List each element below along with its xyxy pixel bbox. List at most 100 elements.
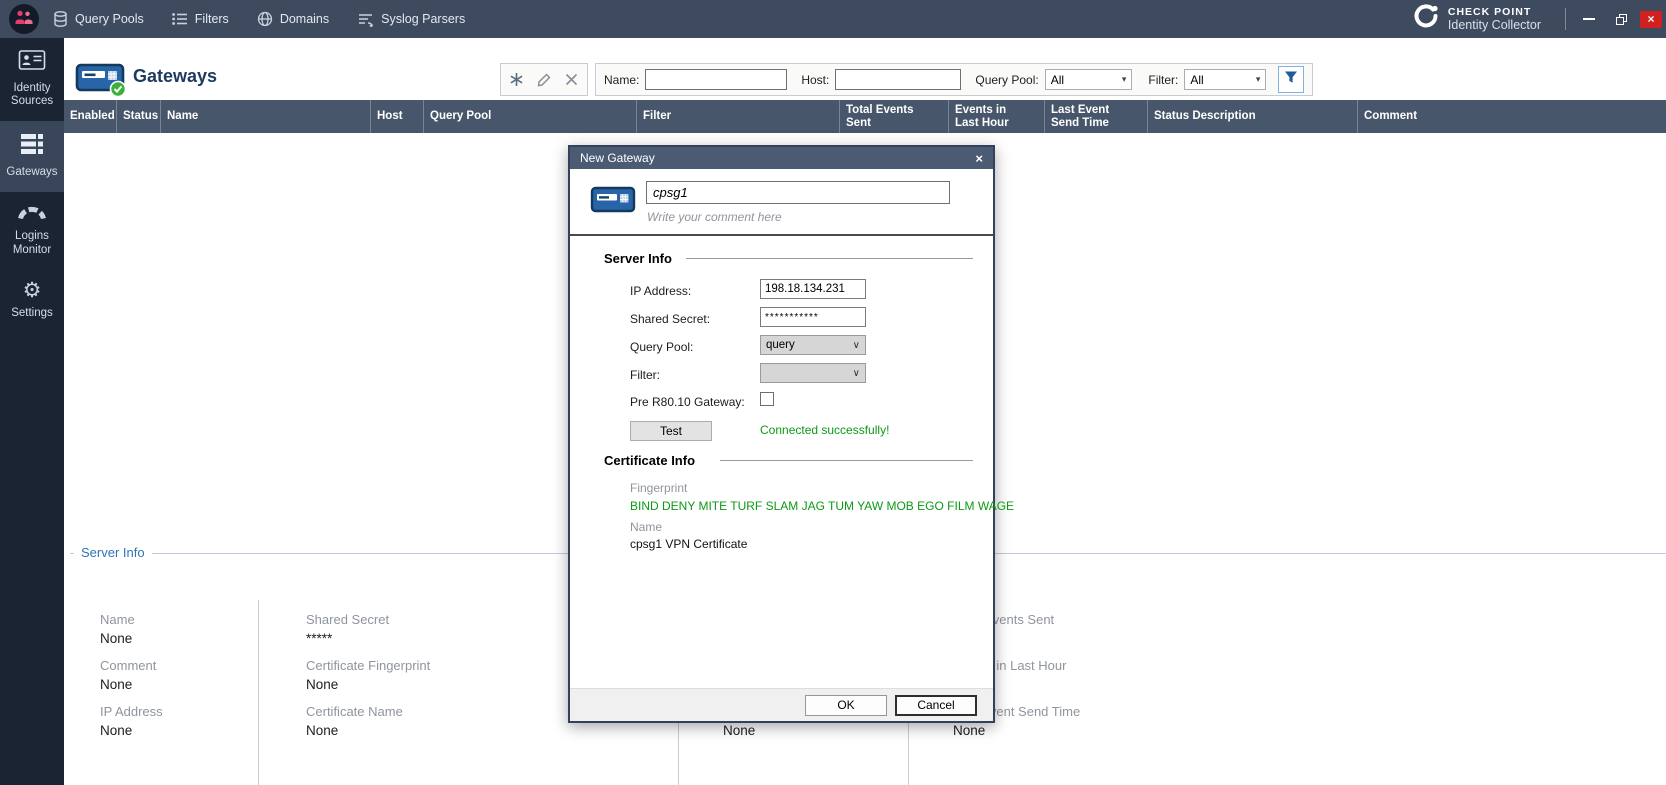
page-header: Gateways Name: Host: Query Pool: All ▾ F… <box>64 38 1666 100</box>
apply-filter-button[interactable] <box>1278 66 1304 93</box>
sidebar-item-label: Logins Monitor <box>1 230 63 257</box>
certificate-info-heading: Certificate Info <box>604 453 695 468</box>
menu-label: Syslog Parsers <box>381 12 465 26</box>
filter-list-icon <box>172 12 188 26</box>
chevron-down-icon: ▾ <box>1250 74 1261 85</box>
ip-address-input[interactable] <box>760 279 866 299</box>
pre-r80-gateway-label: Pre R80.10 Gateway: <box>630 395 745 409</box>
certificate-name-value: cpsg1 VPN Certificate <box>630 537 747 551</box>
detail-row: IP AddressNone <box>100 703 163 740</box>
selected-value: All <box>1190 73 1203 87</box>
section-rule <box>720 460 973 461</box>
sidebar-item-identity-sources[interactable]: Identity Sources <box>0 38 64 121</box>
new-gateway-dialog: New Gateway × Server Info IP Address: Sh… <box>568 145 995 723</box>
sidebar-nav: Identity Sources Gateways Logins Monitor… <box>0 38 64 785</box>
cancel-button[interactable]: Cancel <box>895 695 977 716</box>
detail-row: Certificate FingerprintNone <box>306 657 430 694</box>
menu-label: Query Pools <box>75 12 144 26</box>
fingerprint-label: Fingerprint <box>630 481 687 495</box>
pre-r80-gateway-checkbox[interactable] <box>760 392 774 406</box>
column-header-total-events-sent[interactable]: Total Events Sent <box>840 100 949 133</box>
details-column-2: Shared Secret***** Certificate Fingerpri… <box>306 611 430 749</box>
server-info-heading: Server Info <box>604 251 672 266</box>
minimize-button[interactable] <box>1576 9 1602 29</box>
chevron-down-icon: ∨ <box>853 340 860 351</box>
sidebar-item-gateways[interactable]: Gateways <box>0 121 64 192</box>
menu-query-pools[interactable]: Query Pools <box>53 11 144 27</box>
host-filter-label: Host: <box>801 73 829 87</box>
query-pool-filter-label: Query Pool: <box>975 73 1038 87</box>
column-divider <box>258 600 259 785</box>
restore-button[interactable] <box>1608 9 1634 29</box>
section-rule <box>686 258 973 259</box>
name-filter-input[interactable] <box>645 69 787 90</box>
filter-filter-label: Filter: <box>1148 73 1178 87</box>
gateway-comment-input[interactable] <box>647 208 947 226</box>
certificate-name-label: Name <box>630 520 662 534</box>
app-logo <box>9 4 39 34</box>
checkpoint-brand: CHECK POINT Identity Collector <box>1412 3 1541 36</box>
edit-gateway-button[interactable] <box>532 68 556 92</box>
column-header-enabled[interactable]: Enabled <box>64 100 117 133</box>
funnel-icon <box>1284 70 1298 89</box>
crud-toolbar <box>500 63 588 96</box>
query-pool-select[interactable]: query ∨ <box>760 335 866 355</box>
menu-filters[interactable]: Filters <box>172 12 229 26</box>
close-window-button[interactable]: × <box>1640 11 1662 28</box>
sidebar-item-label: Settings <box>1 307 63 321</box>
gateways-icon <box>19 132 45 161</box>
detail-row: Certificate NameNone <box>306 703 430 740</box>
menu-syslog-parsers[interactable]: Syslog Parsers <box>357 12 465 27</box>
checkpoint-logo-icon <box>1412 3 1440 36</box>
menu-domains[interactable]: Domains <box>257 11 329 27</box>
column-header-status-description[interactable]: Status Description <box>1148 100 1358 133</box>
gauge-icon <box>17 203 47 225</box>
column-header-last-event-send-time[interactable]: Last Event Send Time <box>1045 100 1148 133</box>
query-pool-filter-select[interactable]: All ▾ <box>1045 69 1133 90</box>
detail-row: Shared Secret***** <box>306 611 430 648</box>
dialog-close-icon[interactable]: × <box>975 152 983 165</box>
details-column-1: NameNone CommentNone IP AddressNone <box>100 611 163 749</box>
ok-button[interactable]: OK <box>805 695 887 716</box>
close-icon: × <box>1647 12 1654 26</box>
sidebar-item-label: Gateways <box>1 166 63 180</box>
filter-select[interactable]: ∨ <box>760 363 866 383</box>
column-header-events-in-last-hour[interactable]: Events in Last Hour <box>949 100 1045 133</box>
selected-value: query <box>766 339 795 351</box>
column-header-query-pool[interactable]: Query Pool <box>424 100 637 133</box>
column-header-status[interactable]: Status <box>117 100 161 133</box>
host-filter-input[interactable] <box>835 69 961 90</box>
column-header-filter[interactable]: Filter <box>637 100 840 133</box>
filter-label: Filter: <box>630 368 660 382</box>
globe-icon <box>257 11 273 27</box>
shared-secret-label: Shared Secret: <box>630 312 710 326</box>
gear-icon: ⚙ <box>23 280 42 301</box>
title-bar: Query Pools Filters Domains <box>0 0 1666 38</box>
filter-toolbar: Name: Host: Query Pool: All ▾ Filter: Al… <box>595 63 1313 96</box>
chevron-down-icon: ∨ <box>853 368 860 379</box>
filter-filter-select[interactable]: All ▾ <box>1184 69 1266 90</box>
sidebar-item-logins-monitor[interactable]: Logins Monitor <box>0 192 64 270</box>
shared-secret-input[interactable] <box>760 307 866 327</box>
menu-label: Filters <box>195 12 229 26</box>
gateways-table-header: Enabled Status Name Host Query Pool Filt… <box>64 100 1666 133</box>
brand-name: CHECK POINT <box>1448 6 1541 18</box>
ip-address-label: IP Address: <box>630 284 691 298</box>
dialog-title: New Gateway <box>580 151 655 165</box>
menu-label: Domains <box>280 12 329 26</box>
dialog-footer: OK Cancel <box>570 688 993 721</box>
identity-sources-icon <box>18 49 46 76</box>
syslog-icon <box>357 12 374 27</box>
test-button[interactable]: Test <box>630 421 712 441</box>
column-header-name[interactable]: Name <box>161 100 371 133</box>
delete-gateway-button[interactable] <box>560 68 584 92</box>
column-header-host[interactable]: Host <box>371 100 424 133</box>
gateway-page-icon <box>74 56 128 103</box>
detail-row: CommentNone <box>100 657 163 694</box>
column-header-comment[interactable]: Comment <box>1358 100 1666 133</box>
sidebar-item-settings[interactable]: ⚙ Settings <box>0 269 64 333</box>
dialog-title-bar[interactable]: New Gateway × <box>570 147 993 169</box>
gateway-name-input[interactable] <box>646 181 950 204</box>
new-gateway-button[interactable] <box>505 68 529 92</box>
query-pool-label: Query Pool: <box>630 340 693 354</box>
